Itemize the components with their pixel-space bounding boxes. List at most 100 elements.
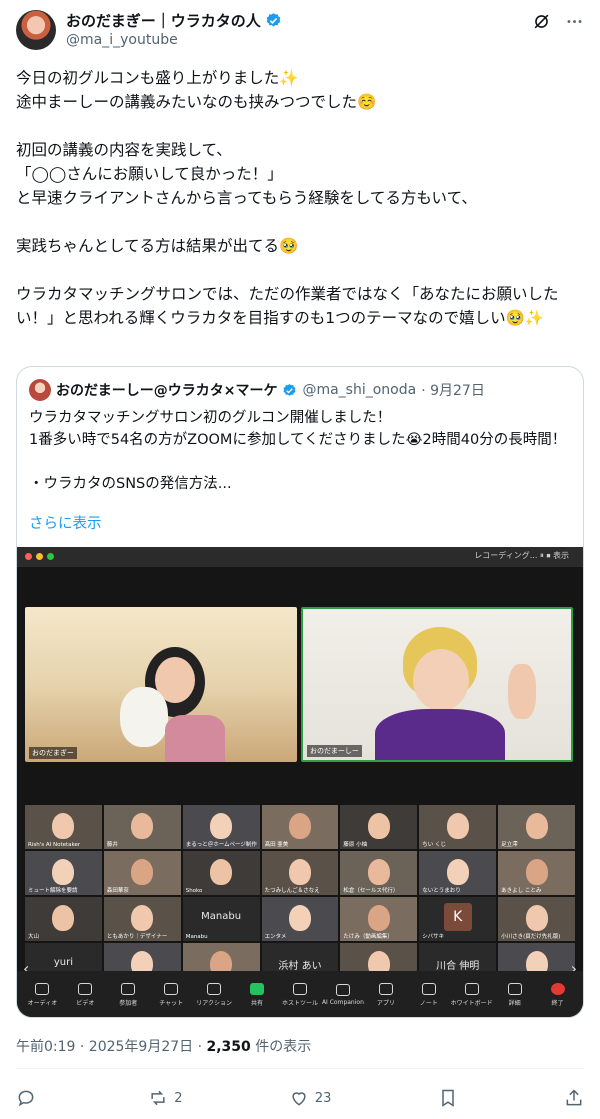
participant-name: 大山 [28, 934, 40, 940]
participant-video [288, 905, 311, 931]
zoom-toolbar-label: 参加者 [119, 999, 138, 1007]
bookmark-icon [441, 1089, 454, 1107]
zoom-toolbar-icon [207, 982, 222, 995]
participant-tile: 藤井 [103, 805, 181, 849]
zoom-toolbar-label: チャット [159, 999, 184, 1007]
participant-tile: Rish's AI Notetaker [25, 805, 102, 849]
quoted-post-header: おのだまーしー@ウラカタ×マーケ @ma_shi_onoda · 9月27日 [29, 379, 485, 401]
post-timestamp[interactable]: 午前0:19 · 2025年9月27日 · [16, 1039, 207, 1055]
author-avatar[interactable] [16, 10, 56, 50]
author-display-name[interactable]: おのだまぎー｜ウラカタの人 [66, 10, 261, 31]
like-count: 23 [314, 1090, 332, 1106]
speaker-tile-2: おのだまーしー [301, 607, 573, 762]
zoom-screenshot-image[interactable]: レコーディング... ⏸ ⏹ 表示 おのだまぎー おのだまーしー Rish's … [17, 547, 583, 1017]
participant-name: ともあかり｜デザイナー [106, 934, 168, 940]
zoom-toolbar-button[interactable]: 共有 [237, 982, 277, 1007]
zoom-toolbar-button[interactable]: オーディオ [22, 982, 62, 1007]
participant-tile: たけみ（動画編集） [340, 897, 418, 941]
zoom-toolbar-icon [164, 982, 179, 995]
participant-tile: Manabu Manabu [182, 897, 260, 941]
zoom-toolbar-icon [335, 983, 350, 996]
participant-tile: K シバサキ [419, 897, 497, 941]
reply-button[interactable] [16, 1088, 42, 1108]
participant-tile: Shoko [182, 851, 260, 895]
heart-icon [292, 1092, 306, 1106]
zoom-toolbar-label: オーディオ [27, 999, 58, 1007]
participant-tile: たつみしんご＆さなえ [261, 851, 339, 895]
zoom-toolbar-label: アプリ [376, 999, 395, 1007]
participant-video [525, 813, 548, 839]
quoted-post-text: ウラカタマッチングサロン初のグルコン開催しました！ 1番多い時で54名の方がZO… [29, 410, 567, 492]
post-action-bar: 2 23 [16, 1084, 584, 1112]
views-count: 2,350 [206, 1039, 251, 1055]
zoom-toolbar-label: ノート [419, 999, 438, 1007]
quoted-post[interactable]: おのだまーしー@ウラカタ×マーケ @ma_shi_onoda · 9月27日 ウ… [16, 366, 584, 1018]
participant-video [367, 813, 390, 839]
participant-name: 髙田 亜美 [264, 842, 289, 848]
participant-tile: あきよし ことみ [498, 851, 575, 895]
quoted-verified-badge-icon [283, 383, 296, 396]
zoom-toolbar-label: 共有 [251, 999, 264, 1007]
speaker-tile-1: おのだまぎー [25, 607, 297, 762]
participant-video [210, 859, 233, 885]
participant-tile: まるっと＠ホームページ制作 [182, 805, 260, 849]
participant-name: 小川さき(頁だけ先礼版) [501, 934, 561, 940]
participant-video [52, 813, 75, 839]
author-name-row: おのだまぎー｜ウラカタの人 [66, 10, 282, 30]
participant-tile: エンタメ [261, 897, 339, 941]
zoom-toolbar-icon [507, 982, 522, 995]
zoom-toolbar-icon [121, 982, 136, 995]
grok-icon[interactable] [532, 12, 551, 31]
post-body-text: 今日の初グルコンも盛り上がりました✨ 途中まーしーの講義みたいなのも挟みつつでし… [16, 69, 559, 327]
zoom-toolbar-button[interactable]: リアクション [194, 982, 234, 1007]
participant-video [52, 905, 75, 931]
actions-divider [16, 1068, 584, 1069]
zoom-toolbar-label: ホストツール [281, 999, 318, 1007]
views-label: 件の表示 [250, 1039, 312, 1055]
more-options-icon[interactable] [565, 12, 584, 31]
participant-name: Shoko [185, 888, 203, 894]
participant-video [525, 905, 548, 931]
participant-name-display: Manabu [201, 911, 242, 922]
participant-name: 足立澪 [501, 842, 518, 848]
share-button[interactable] [564, 1088, 584, 1108]
participant-video [52, 859, 75, 885]
like-button[interactable]: 23 [289, 1088, 332, 1108]
share-icon [566, 1089, 582, 1106]
zoom-toolbar-button[interactable]: ホストツール [280, 982, 320, 1007]
verified-badge-icon [266, 12, 281, 27]
participant-name: シバサキ [422, 934, 445, 940]
retweet-count: 2 [174, 1090, 183, 1106]
author-handle[interactable]: @ma_i_youtube [66, 32, 178, 48]
zoom-toolbar-icon [550, 982, 565, 995]
participant-name-display: 川合 伸明 [436, 961, 480, 972]
zoom-toolbar-button[interactable]: ビデオ [65, 982, 105, 1007]
zoom-toolbar-button[interactable]: チャット [151, 982, 191, 1007]
retweet-button[interactable]: 2 [148, 1088, 183, 1108]
participant-name: 藤原 小柚 [343, 842, 368, 848]
zoom-toolbar-button[interactable]: 詳細 [495, 982, 535, 1007]
zoom-toolbar-button[interactable]: ノート [409, 982, 449, 1007]
participant-tile: ミュート解除を要請 [25, 851, 102, 895]
zoom-toolbar-button[interactable]: AI Companion [321, 983, 364, 1006]
zoom-toolbar-button[interactable]: アプリ [366, 982, 406, 1007]
participant-name: ちい くじ [422, 842, 447, 848]
zoom-video-area: おのだまぎー おのだまーしー Rish's AI Notetaker 藤井 まるっと… [17, 567, 583, 987]
quoted-author-name: おのだまーしー@ウラカタ×マーケ [56, 383, 278, 399]
show-more-link[interactable]: さらに表示 [29, 512, 102, 533]
post-header: おのだまぎー｜ウラカタの人 @ma_i_youtube [16, 10, 584, 54]
zoom-toolbar-button[interactable]: 終了 [538, 982, 578, 1007]
zoom-toolbar-label: AI Companion [321, 998, 364, 1006]
zoom-toolbar-label: 終了 [551, 999, 564, 1007]
zoom-toolbar-button[interactable]: 参加者 [108, 982, 148, 1007]
participant-name: あきよし ことみ [501, 888, 542, 894]
participant-name: ミュート解除を要請 [28, 888, 78, 894]
participant-name-display: yuri [53, 957, 73, 968]
zoom-toolbar-label: ホワイトボード [450, 999, 493, 1007]
bookmark-button[interactable] [438, 1088, 458, 1108]
participant-name-display: 浜村 あい [278, 961, 322, 972]
participant-video [131, 905, 154, 931]
zoom-toolbar-button[interactable]: ホワイトボード [450, 982, 493, 1007]
participant-name: たつみしんご＆さなえ [264, 888, 320, 894]
quoted-author-avatar [29, 379, 51, 401]
